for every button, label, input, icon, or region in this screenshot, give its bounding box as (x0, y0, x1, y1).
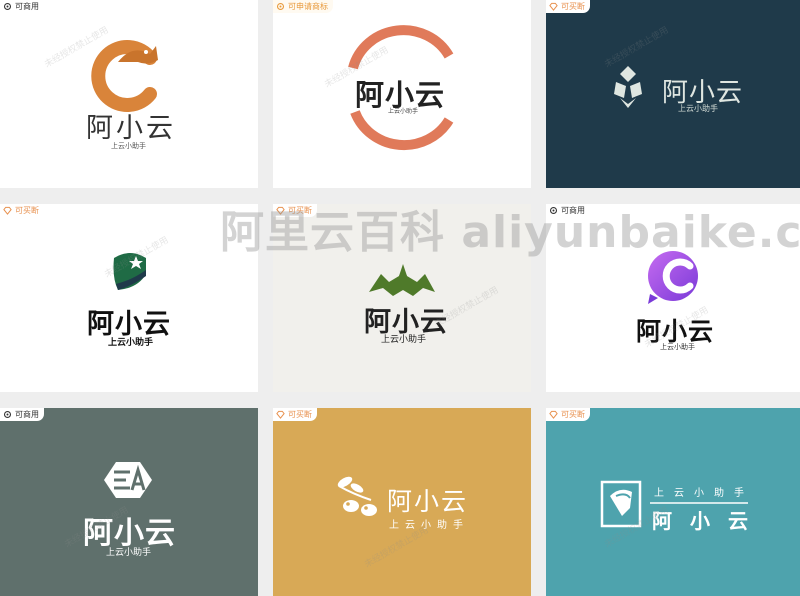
shield-star-logo-icon (113, 253, 146, 290)
badge-label: 可买断 (15, 206, 39, 215)
logo-card[interactable]: 可买断 阿小云 上云小助手 (0, 204, 258, 392)
commercial-badge: 可商用 (0, 408, 44, 421)
logo-card[interactable]: 可买断 阿小云 上云小助手 (273, 408, 531, 596)
brand-name: 阿小云 (652, 509, 766, 533)
settings-icon (549, 206, 558, 215)
settings-icon (276, 2, 285, 11)
settings-icon (3, 2, 12, 11)
badge-label: 可商用 (15, 2, 39, 11)
chat-bubble-c-logo-icon (648, 251, 698, 304)
badge-label: 可买断 (288, 410, 312, 419)
logo-card[interactable]: 可买断 阿小云 上云小助手 (273, 204, 531, 392)
diamond-icon (3, 206, 12, 215)
buyout-badge: 可买断 (0, 204, 44, 217)
logo-gallery-grid: 可商用 阿小云 上云小助手 可申请商标 阿小云 上云小助手 可买断 阿小云 上云… (0, 0, 800, 596)
logo-card[interactable]: 可商用 阿小云 上云小助手 (546, 204, 800, 392)
settings-icon (3, 410, 12, 419)
logo-card[interactable]: 可申请商标 阿小云 上云小助手 (273, 0, 531, 188)
badge-label: 可商用 (561, 206, 585, 215)
badge-label: 可商用 (15, 410, 39, 419)
brand-slogan: 上云小助手 (108, 338, 154, 348)
brand-slogan: 上云小助手 (654, 488, 754, 499)
badge-label: 可买断 (288, 206, 312, 215)
buyout-badge: 可买断 (546, 0, 590, 13)
goat-head-logo-icon (600, 480, 748, 528)
brand-name: 阿小云 (387, 487, 469, 516)
brand-slogan: 上云小助手 (381, 335, 427, 345)
commercial-badge: 可商用 (546, 204, 590, 217)
badge-label: 可买断 (561, 2, 585, 11)
brand-slogan: 上云小助手 (678, 104, 718, 113)
buyout-badge: 可买断 (273, 408, 317, 421)
brand-name: 阿小云 (86, 113, 176, 144)
buyout-badge: 可买断 (273, 204, 317, 217)
bat-logo-icon (369, 264, 435, 296)
badge-label: 可买断 (561, 410, 585, 419)
diamond-icon (276, 410, 285, 419)
brand-slogan: 上云小助手 (388, 108, 419, 115)
brand-slogan: 上云小助手 (660, 343, 695, 351)
brand-slogan: 上云小助手 (111, 142, 146, 150)
commercial-badge: 可商用 (0, 0, 44, 13)
buyout-badge: 可买断 (546, 408, 590, 421)
diamond-icon (276, 206, 285, 215)
apply-trademark-badge: 可申请商标 (273, 0, 333, 13)
diamond-icon (549, 2, 558, 11)
brand-slogan: 上云小助手 (106, 548, 152, 558)
hexagon-logo-icon (104, 462, 152, 498)
badge-label: 可申请商标 (288, 2, 328, 11)
diamond-icon (549, 410, 558, 419)
logo-card[interactable]: 可商用 阿小云 上云小助手 (0, 0, 258, 188)
logo-card[interactable]: 可买断 阿小云 上云小助手 (546, 0, 800, 188)
brand-slogan: 上云小助手 (389, 520, 469, 531)
logo-card[interactable]: 可商用 阿小云 上云小助手 (0, 408, 258, 596)
swirl-c-logo-icon (91, 40, 158, 112)
logo-card[interactable]: 可买断 上云小助手 阿小云 (546, 408, 800, 596)
